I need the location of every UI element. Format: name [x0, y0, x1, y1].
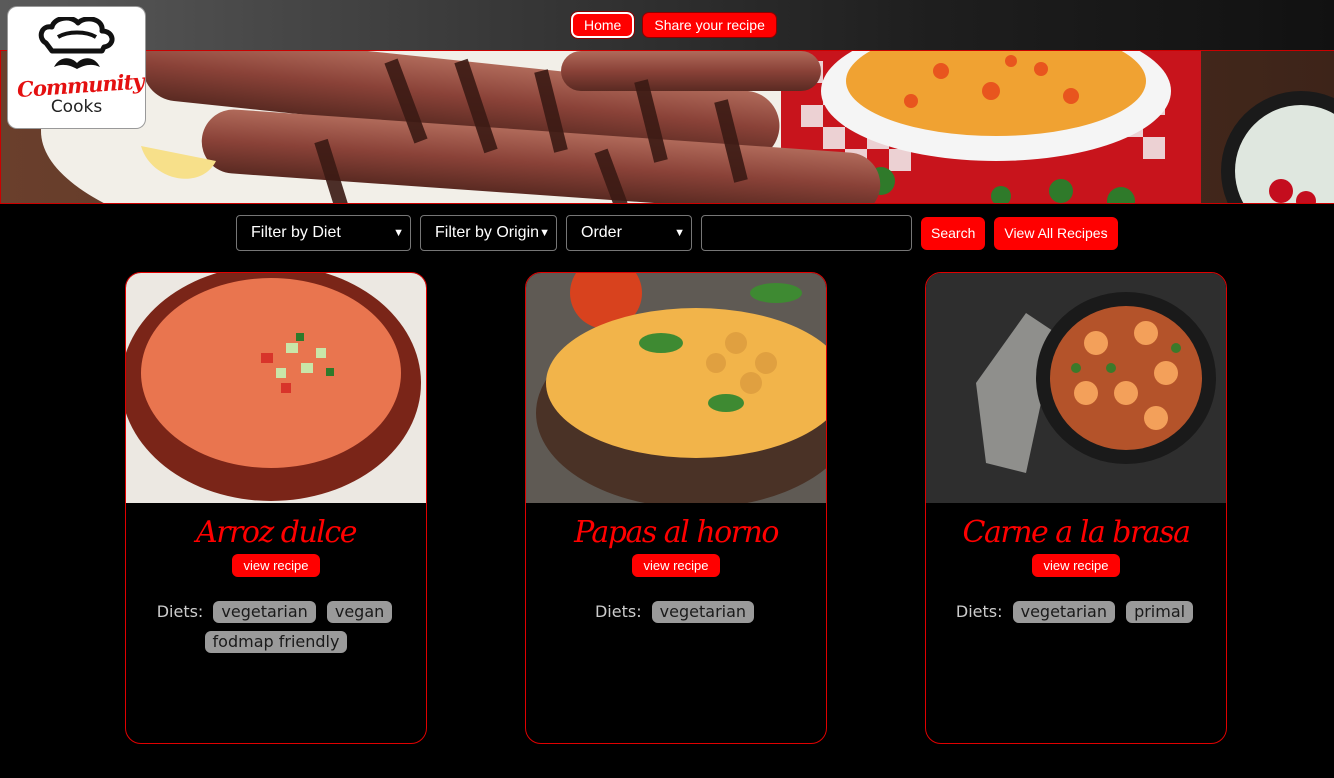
share-recipe-button[interactable]: Share your recipe [642, 12, 777, 38]
hero-banner-image [0, 50, 1334, 204]
food-banner-illustration [1, 51, 1334, 203]
order-select[interactable]: Order ▼ [566, 215, 692, 251]
recipe-card: Arroz dulce view recipe Diets: vegetaria… [125, 272, 427, 744]
order-label: Order [581, 224, 622, 241]
diets-label: Diets: [594, 602, 642, 621]
search-input[interactable] [701, 215, 912, 251]
diet-tag: vegetarian [1012, 601, 1115, 623]
chef-hat-mustache-icon [38, 17, 115, 69]
chevron-down-icon: ▼ [393, 227, 404, 239]
origin-filter-label: Filter by Origin [435, 224, 540, 241]
diets-list: Diets: vegetarian vegan fodmap friendly [142, 597, 410, 657]
diet-tag: vegan [326, 601, 393, 623]
diet-tag: fodmap friendly [204, 631, 348, 653]
recipe-image [526, 273, 826, 503]
view-recipe-button[interactable]: view recipe [632, 554, 720, 577]
chevron-down-icon: ▼ [539, 227, 550, 239]
origin-filter-select[interactable]: Filter by Origin ▼ [420, 215, 557, 251]
diet-tag: vegetarian [213, 601, 316, 623]
recipe-title: Carne a la brasa [962, 515, 1191, 550]
diets-label: Diets: [955, 602, 1003, 621]
chevron-down-icon: ▼ [674, 227, 685, 239]
diet-tag: vegetarian [651, 601, 755, 623]
diet-filter-select[interactable]: Filter by Diet ▼ [236, 215, 411, 251]
diet-tag: primal [1126, 601, 1194, 623]
diets-label: Diets: [156, 602, 204, 621]
recipe-card: Papas al horno view recipe Diets: vegeta… [525, 272, 827, 744]
recipe-card: Carne a la brasa view recipe Diets: vege… [925, 272, 1227, 744]
search-button[interactable]: Search [921, 216, 986, 250]
recipe-title: Arroz dulce [196, 515, 357, 550]
filter-bar: Filter by Diet ▼ Filter by Origin ▼ Orde… [236, 215, 1118, 251]
view-recipe-button[interactable]: view recipe [1032, 554, 1120, 577]
diet-filter-label: Filter by Diet [251, 224, 341, 241]
logo-text-cooks: Cooks [50, 97, 103, 117]
recipe-title: Papas al horno [574, 515, 779, 550]
diets-list: Diets: vegetarian [542, 597, 810, 627]
main-nav: Home Share your recipe [569, 11, 777, 39]
recipe-image [926, 273, 1226, 503]
view-recipe-button[interactable]: view recipe [232, 554, 320, 577]
top-navigation-bar: Home Share your recipe [0, 0, 1334, 50]
view-all-recipes-button[interactable]: View All Recipes [994, 216, 1118, 250]
home-button[interactable]: Home [569, 11, 636, 39]
recipe-image [126, 273, 426, 503]
site-logo[interactable]: Community Cooks [8, 7, 145, 128]
diets-list: Diets: vegetarian primal [942, 597, 1210, 627]
